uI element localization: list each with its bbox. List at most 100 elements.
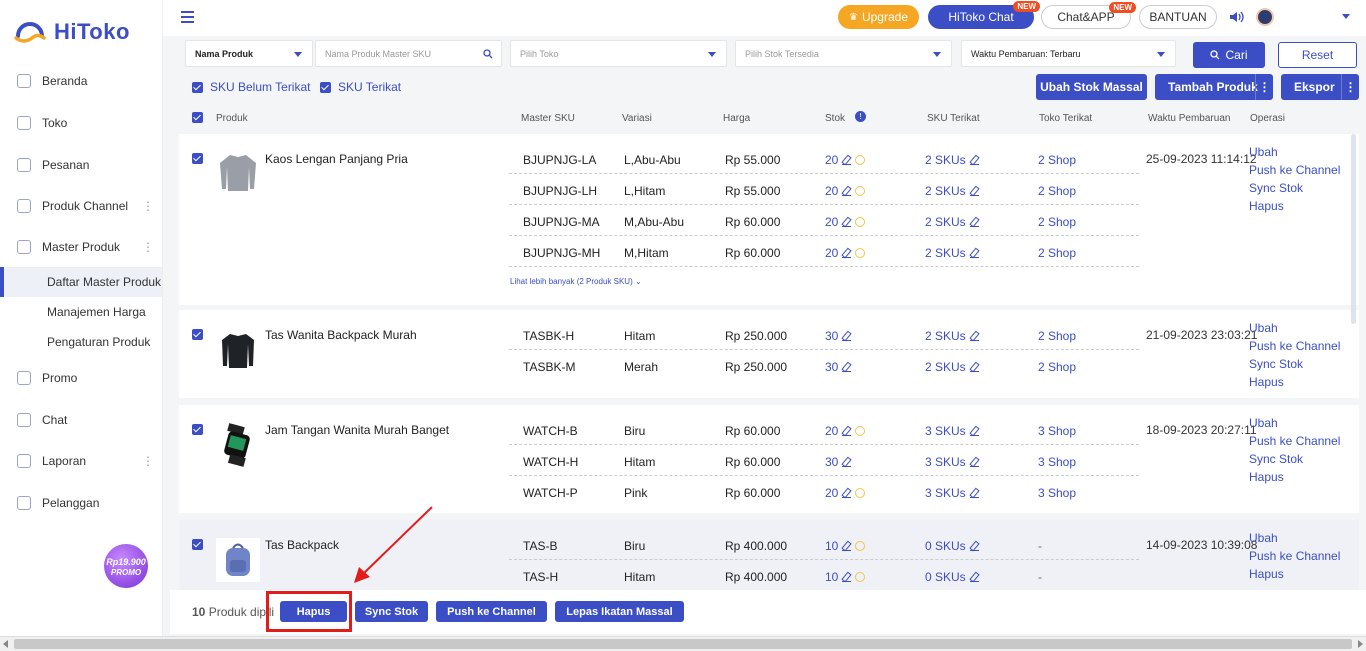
- reset-button[interactable]: Reset: [1278, 42, 1357, 68]
- stock-cell[interactable]: 20: [825, 486, 866, 500]
- edit-icon[interactable]: [842, 187, 852, 196]
- product-image[interactable]: [216, 151, 260, 195]
- sidebar-item-beranda[interactable]: Beranda: [0, 63, 162, 99]
- product-name[interactable]: Tas Backpack: [265, 538, 339, 552]
- push-channel-link[interactable]: Push ke Channel: [1249, 547, 1340, 565]
- stock-cell[interactable]: 30: [825, 455, 852, 469]
- bound-shop-link[interactable]: 2 Shop: [1038, 215, 1076, 229]
- bound-sku-cell[interactable]: 2 SKUs: [925, 329, 979, 343]
- avatar[interactable]: [1256, 8, 1274, 26]
- bound-sku-cell[interactable]: 2 SKUs: [925, 184, 979, 198]
- edit-icon[interactable]: [842, 332, 852, 341]
- edit-icon[interactable]: [969, 489, 979, 498]
- more-vertical-icon[interactable]: ⋮: [1341, 74, 1359, 100]
- edit-icon[interactable]: [969, 573, 979, 582]
- edit-icon[interactable]: [969, 187, 979, 196]
- show-more-link[interactable]: Lihat lebih banyak (2 Produk SKU) ⌄: [510, 277, 642, 286]
- sidebar-item-master-produk[interactable]: Master Produk ⋮: [0, 229, 162, 265]
- sidebar-item-produk-channel[interactable]: Produk Channel ⋮: [0, 188, 162, 224]
- stock-cell[interactable]: 30: [825, 360, 852, 374]
- bound-shop-link[interactable]: 2 Shop: [1038, 153, 1076, 167]
- product-name[interactable]: Jam Tangan Wanita Murah Banget: [265, 423, 449, 437]
- stock-cell[interactable]: 20: [825, 153, 866, 167]
- scroll-right-icon[interactable]: [1358, 640, 1363, 648]
- edit-icon[interactable]: [842, 363, 852, 372]
- edit-icon[interactable]: [842, 218, 852, 227]
- edit-icon[interactable]: [969, 218, 979, 227]
- edit-icon[interactable]: [969, 427, 979, 436]
- sku-unbound-filter[interactable]: SKU Belum Terikat: [192, 80, 310, 94]
- edit-icon[interactable]: [969, 249, 979, 258]
- row-checkbox[interactable]: [192, 329, 203, 340]
- edit-icon[interactable]: [842, 489, 852, 498]
- bound-shop-link[interactable]: 3 Shop: [1038, 455, 1076, 469]
- stok-select[interactable]: Pilih Stok Tersedia: [735, 40, 952, 67]
- menu-toggle-icon[interactable]: [181, 11, 194, 23]
- delete-link[interactable]: Hapus: [1249, 565, 1340, 583]
- hitoko-chat-button[interactable]: HiToko Chat NEW: [928, 1, 1040, 29]
- bound-shop-link[interactable]: 2 Shop: [1038, 360, 1076, 374]
- scroll-left-icon[interactable]: [3, 640, 8, 648]
- bound-shop-link[interactable]: 3 Shop: [1038, 424, 1076, 438]
- sidebar-item-toko[interactable]: Toko: [0, 105, 162, 141]
- bound-shop-link[interactable]: 3 Shop: [1038, 486, 1076, 500]
- checkbox-checked-icon[interactable]: [192, 81, 203, 93]
- bound-sku-cell[interactable]: 2 SKUs: [925, 215, 979, 229]
- bulk-push-button[interactable]: Push ke Channel: [436, 601, 547, 622]
- edit-icon[interactable]: [842, 427, 852, 436]
- push-channel-link[interactable]: Push ke Channel: [1249, 161, 1340, 179]
- row-checkbox[interactable]: [192, 539, 203, 550]
- bantuan-button[interactable]: BANTUAN: [1139, 5, 1217, 29]
- stock-cell[interactable]: 10: [825, 570, 866, 584]
- stock-cell[interactable]: 20: [825, 246, 866, 260]
- bulk-stock-button[interactable]: Ubah Stok Massal: [1036, 74, 1147, 100]
- select-all-checkbox[interactable]: [192, 112, 203, 123]
- sort-select[interactable]: Waktu Pembaruan: Terbaru: [961, 40, 1176, 67]
- stock-cell[interactable]: 20: [825, 184, 866, 198]
- search-icon[interactable]: [483, 49, 493, 59]
- stock-cell[interactable]: 10: [825, 539, 866, 553]
- sidebar-item-chat[interactable]: Chat: [0, 402, 162, 438]
- edit-icon[interactable]: [969, 332, 979, 341]
- edit-link[interactable]: Ubah: [1249, 143, 1340, 161]
- product-name[interactable]: Kaos Lengan Panjang Pria: [265, 152, 408, 166]
- vertical-scrollbar[interactable]: [1351, 134, 1356, 324]
- stock-cell[interactable]: 20: [825, 424, 866, 438]
- delete-link[interactable]: Hapus: [1249, 373, 1340, 391]
- promo-badge[interactable]: Rp19.900 PROMO: [104, 544, 148, 588]
- sync-stock-link[interactable]: Sync Stok: [1249, 355, 1340, 373]
- edit-icon[interactable]: [842, 249, 852, 258]
- product-image[interactable]: [216, 538, 260, 582]
- edit-icon[interactable]: [842, 458, 852, 467]
- sidebar-subitem-daftar-master-produk[interactable]: Daftar Master Produk: [0, 267, 162, 297]
- chat-app-button[interactable]: Chat&APP NEW: [1041, 2, 1136, 29]
- push-channel-link[interactable]: Push ke Channel: [1249, 432, 1340, 450]
- sidebar-item-laporan[interactable]: Laporan ⋮: [0, 443, 162, 479]
- edit-icon[interactable]: [842, 573, 852, 582]
- bound-sku-cell[interactable]: 0 SKUs: [925, 539, 979, 553]
- sidebar-subitem-manajemen-harga[interactable]: Manajemen Harga: [0, 297, 162, 327]
- delete-link[interactable]: Hapus: [1249, 468, 1340, 486]
- bound-sku-cell[interactable]: 3 SKUs: [925, 424, 979, 438]
- search-button[interactable]: Cari: [1193, 42, 1265, 68]
- sidebar-item-promo[interactable]: Promo: [0, 360, 162, 396]
- horizontal-scrollbar[interactable]: [0, 636, 1366, 651]
- bulk-unbind-button[interactable]: Lepas Ikatan Massal: [555, 601, 684, 622]
- sync-stock-link[interactable]: Sync Stok: [1249, 179, 1340, 197]
- edit-icon[interactable]: [969, 542, 979, 551]
- edit-link[interactable]: Ubah: [1249, 319, 1340, 337]
- stock-cell[interactable]: 20: [825, 215, 866, 229]
- bound-sku-cell[interactable]: 2 SKUs: [925, 153, 979, 167]
- sku-bound-filter[interactable]: SKU Terikat: [320, 80, 401, 94]
- edit-link[interactable]: Ubah: [1249, 529, 1340, 547]
- add-product-button[interactable]: Tambah Produk ⋮: [1155, 74, 1273, 100]
- edit-icon[interactable]: [842, 156, 852, 165]
- toko-select[interactable]: Pilih Toko: [510, 40, 727, 67]
- bulk-sync-button[interactable]: Sync Stok: [355, 601, 428, 622]
- scrollbar-thumb[interactable]: [14, 639, 1352, 649]
- product-name[interactable]: Tas Wanita Backpack Murah: [265, 328, 417, 342]
- logo[interactable]: HiToko: [14, 18, 130, 46]
- edit-link[interactable]: Ubah: [1249, 414, 1340, 432]
- row-checkbox[interactable]: [192, 153, 203, 164]
- bound-sku-cell[interactable]: 2 SKUs: [925, 246, 979, 260]
